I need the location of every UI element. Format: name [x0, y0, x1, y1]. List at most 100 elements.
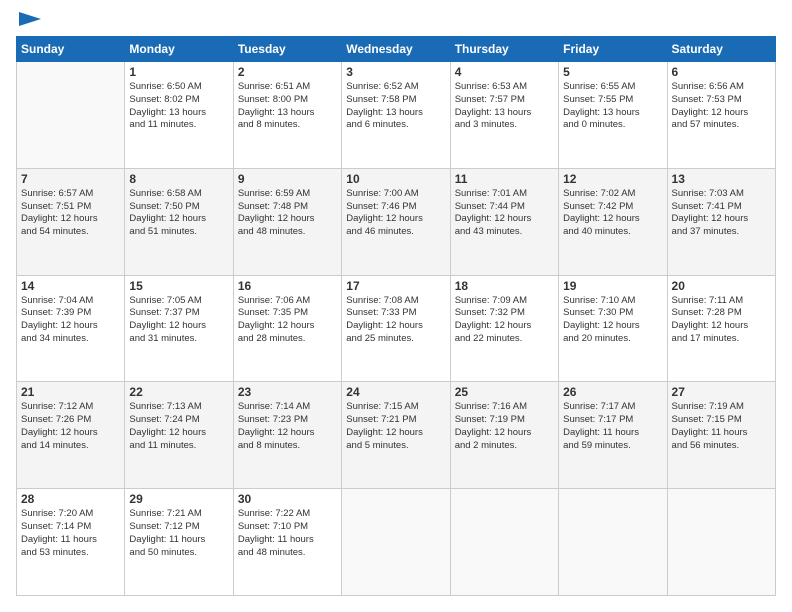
day-info: Sunrise: 7:10 AM Sunset: 7:30 PM Dayligh…: [563, 295, 662, 346]
day-info: Sunrise: 7:14 AM Sunset: 7:23 PM Dayligh…: [238, 401, 337, 452]
day-number: 24: [346, 385, 445, 399]
day-number: 3: [346, 65, 445, 79]
day-info: Sunrise: 6:53 AM Sunset: 7:57 PM Dayligh…: [455, 81, 554, 132]
logo-flag-icon: [19, 12, 41, 26]
day-number: 19: [563, 279, 662, 293]
calendar-day-cell: 16 Sunrise: 7:06 AM Sunset: 7:35 PM Dayli…: [233, 275, 341, 382]
calendar-day-cell: 5 Sunrise: 6:55 AM Sunset: 7:55 PM Daylig…: [559, 62, 667, 169]
calendar-day-cell: 18Sunrise: 7:09 AM Sunset: 7:32 PM Dayli…: [450, 275, 558, 382]
calendar-day-cell: 1 Sunrise: 6:50 AM Sunset: 8:02 PM Daylig…: [125, 62, 233, 169]
calendar-day-cell: 30Sunrise: 7:22 AM Sunset: 7:10 PM Dayli…: [233, 489, 341, 596]
calendar-day-cell: 2Sunrise: 6:51 AM Sunset: 8:00 PM Daylig…: [233, 62, 341, 169]
day-info: Sunrise: 6:55 AM Sunset: 7:55 PM Dayligh…: [563, 81, 662, 132]
day-info: Sunrise: 7:02 AM Sunset: 7:42 PM Dayligh…: [563, 188, 662, 239]
calendar-day-cell: 20 Sunrise: 7:11 AM Sunset: 7:28 PM Dayli…: [667, 275, 775, 382]
calendar-day-cell: 12 Sunrise: 7:02 AM Sunset: 7:42 PM Dayli…: [559, 168, 667, 275]
day-info: Sunrise: 7:17 AM Sunset: 7:17 PM Dayligh…: [563, 401, 662, 452]
day-number: 17: [346, 279, 445, 293]
day-number: 11: [455, 172, 554, 186]
calendar-day-cell: 13 Sunrise: 7:03 AM Sunset: 7:41 PM Dayli…: [667, 168, 775, 275]
day-number: 6: [672, 65, 771, 79]
day-info: Sunrise: 7:00 AM Sunset: 7:46 PM Dayligh…: [346, 188, 445, 239]
calendar-day-cell: 24 Sunrise: 7:15 AM Sunset: 7:21 PM Dayli…: [342, 382, 450, 489]
weekday-header-friday: Friday: [559, 37, 667, 62]
day-number: 18: [455, 279, 554, 293]
day-number: 10: [346, 172, 445, 186]
calendar-day-cell: [450, 489, 558, 596]
calendar-day-cell: [559, 489, 667, 596]
weekday-header-saturday: Saturday: [667, 37, 775, 62]
day-info: Sunrise: 7:11 AM Sunset: 7:28 PM Dayligh…: [672, 295, 771, 346]
weekday-header-sunday: Sunday: [17, 37, 125, 62]
day-number: 22: [129, 385, 228, 399]
day-info: Sunrise: 7:08 AM Sunset: 7:33 PM Dayligh…: [346, 295, 445, 346]
day-number: 5: [563, 65, 662, 79]
day-number: 16: [238, 279, 337, 293]
calendar-day-cell: 8 Sunrise: 6:58 AM Sunset: 7:50 PM Daylig…: [125, 168, 233, 275]
day-number: 28: [21, 492, 120, 506]
calendar-day-cell: 25Sunrise: 7:16 AM Sunset: 7:19 PM Dayli…: [450, 382, 558, 489]
day-number: 12: [563, 172, 662, 186]
calendar-day-cell: 29 Sunrise: 7:21 AM Sunset: 7:12 PM Dayli…: [125, 489, 233, 596]
day-info: Sunrise: 7:03 AM Sunset: 7:41 PM Dayligh…: [672, 188, 771, 239]
day-number: 21: [21, 385, 120, 399]
calendar-day-cell: 6 Sunrise: 6:56 AM Sunset: 7:53 PM Daylig…: [667, 62, 775, 169]
day-number: 9: [238, 172, 337, 186]
logo: [16, 16, 41, 26]
calendar-day-cell: 14Sunrise: 7:04 AM Sunset: 7:39 PM Dayli…: [17, 275, 125, 382]
day-number: 7: [21, 172, 120, 186]
calendar-week-row: 21 Sunrise: 7:12 AM Sunset: 7:26 PM Dayli…: [17, 382, 776, 489]
day-number: 8: [129, 172, 228, 186]
calendar-day-cell: 23 Sunrise: 7:14 AM Sunset: 7:23 PM Dayli…: [233, 382, 341, 489]
day-info: Sunrise: 6:58 AM Sunset: 7:50 PM Dayligh…: [129, 188, 228, 239]
calendar-day-cell: 27 Sunrise: 7:19 AM Sunset: 7:15 PM Dayli…: [667, 382, 775, 489]
calendar-day-cell: 11 Sunrise: 7:01 AM Sunset: 7:44 PM Dayli…: [450, 168, 558, 275]
day-info: Sunrise: 7:12 AM Sunset: 7:26 PM Dayligh…: [21, 401, 120, 452]
day-info: Sunrise: 7:13 AM Sunset: 7:24 PM Dayligh…: [129, 401, 228, 452]
day-info: Sunrise: 6:50 AM Sunset: 8:02 PM Dayligh…: [129, 81, 228, 132]
weekday-header-tuesday: Tuesday: [233, 37, 341, 62]
day-number: 15: [129, 279, 228, 293]
calendar-day-cell: 3 Sunrise: 6:52 AM Sunset: 7:58 PM Daylig…: [342, 62, 450, 169]
calendar-day-cell: 7 Sunrise: 6:57 AM Sunset: 7:51 PM Daylig…: [17, 168, 125, 275]
day-info: Sunrise: 7:05 AM Sunset: 7:37 PM Dayligh…: [129, 295, 228, 346]
calendar-day-cell: 26 Sunrise: 7:17 AM Sunset: 7:17 PM Dayli…: [559, 382, 667, 489]
calendar-day-cell: [17, 62, 125, 169]
day-info: Sunrise: 6:51 AM Sunset: 8:00 PM Dayligh…: [238, 81, 337, 132]
day-number: 30: [238, 492, 337, 506]
day-info: Sunrise: 7:06 AM Sunset: 7:35 PM Dayligh…: [238, 295, 337, 346]
header: [16, 16, 776, 26]
day-info: Sunrise: 7:04 AM Sunset: 7:39 PM Dayligh…: [21, 295, 120, 346]
day-number: 1: [129, 65, 228, 79]
calendar-day-cell: 17 Sunrise: 7:08 AM Sunset: 7:33 PM Dayli…: [342, 275, 450, 382]
day-info: Sunrise: 7:20 AM Sunset: 7:14 PM Dayligh…: [21, 508, 120, 559]
day-info: Sunrise: 6:52 AM Sunset: 7:58 PM Dayligh…: [346, 81, 445, 132]
calendar-week-row: 28 Sunrise: 7:20 AM Sunset: 7:14 PM Dayli…: [17, 489, 776, 596]
calendar-day-cell: 22 Sunrise: 7:13 AM Sunset: 7:24 PM Dayli…: [125, 382, 233, 489]
calendar-day-cell: 10 Sunrise: 7:00 AM Sunset: 7:46 PM Dayli…: [342, 168, 450, 275]
weekday-header-row: SundayMondayTuesdayWednesdayThursdayFrid…: [17, 37, 776, 62]
day-number: 20: [672, 279, 771, 293]
day-info: Sunrise: 6:59 AM Sunset: 7:48 PM Dayligh…: [238, 188, 337, 239]
day-info: Sunrise: 7:19 AM Sunset: 7:15 PM Dayligh…: [672, 401, 771, 452]
day-number: 29: [129, 492, 228, 506]
day-info: Sunrise: 6:57 AM Sunset: 7:51 PM Dayligh…: [21, 188, 120, 239]
calendar-day-cell: 19 Sunrise: 7:10 AM Sunset: 7:30 PM Dayli…: [559, 275, 667, 382]
calendar-day-cell: 21 Sunrise: 7:12 AM Sunset: 7:26 PM Dayli…: [17, 382, 125, 489]
calendar-week-row: 14Sunrise: 7:04 AM Sunset: 7:39 PM Dayli…: [17, 275, 776, 382]
calendar-day-cell: 28 Sunrise: 7:20 AM Sunset: 7:14 PM Dayli…: [17, 489, 125, 596]
day-number: 4: [455, 65, 554, 79]
day-number: 13: [672, 172, 771, 186]
calendar-day-cell: [667, 489, 775, 596]
calendar-day-cell: 15 Sunrise: 7:05 AM Sunset: 7:37 PM Dayli…: [125, 275, 233, 382]
calendar-week-row: 7 Sunrise: 6:57 AM Sunset: 7:51 PM Daylig…: [17, 168, 776, 275]
calendar-table: SundayMondayTuesdayWednesdayThursdayFrid…: [16, 36, 776, 596]
day-info: Sunrise: 7:15 AM Sunset: 7:21 PM Dayligh…: [346, 401, 445, 452]
day-number: 27: [672, 385, 771, 399]
day-info: Sunrise: 6:56 AM Sunset: 7:53 PM Dayligh…: [672, 81, 771, 132]
day-info: Sunrise: 7:21 AM Sunset: 7:12 PM Dayligh…: [129, 508, 228, 559]
day-number: 23: [238, 385, 337, 399]
day-number: 26: [563, 385, 662, 399]
weekday-header-monday: Monday: [125, 37, 233, 62]
day-info: Sunrise: 7:01 AM Sunset: 7:44 PM Dayligh…: [455, 188, 554, 239]
